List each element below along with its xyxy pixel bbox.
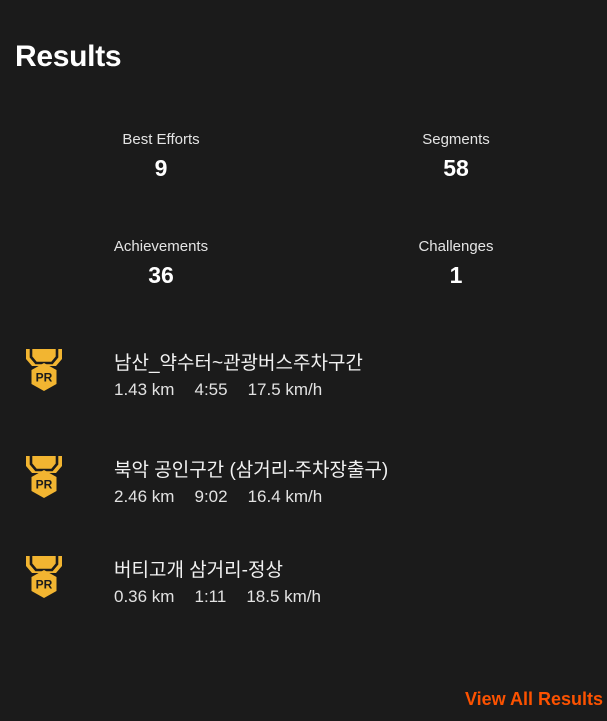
- segment-time: 1:11: [194, 587, 227, 606]
- segment-stats: 2.46 km 9:02 16.4 km/h: [114, 487, 342, 507]
- segment-time: 4:55: [194, 380, 228, 399]
- segment-distance: 2.46 km: [114, 487, 175, 506]
- pr-badge-text: PR: [36, 578, 53, 592]
- stat-label: Best Efforts: [122, 131, 200, 148]
- pr-badge-text: PR: [36, 371, 53, 385]
- segment-speed: 16.4 km/h: [247, 487, 323, 506]
- pr-medal-icon: PR: [26, 556, 62, 598]
- stat-segments[interactable]: Segments 58: [366, 131, 546, 183]
- stat-best-efforts[interactable]: Best Efforts 9: [71, 131, 251, 183]
- pr-medal-icon: PR: [26, 349, 62, 391]
- stat-label: Segments: [422, 131, 490, 148]
- view-all-results-link[interactable]: View All Results: [465, 689, 603, 710]
- stat-label: Challenges: [418, 238, 494, 255]
- stat-value: 1: [449, 262, 463, 288]
- segment-stats: 1.43 km 4:55 17.5 km/h: [114, 380, 342, 400]
- results-panel: Results Best Efforts 9 Segments 58 Achie…: [0, 0, 607, 721]
- segment-row[interactable]: PR 버티고개 삼거리-정상 0.36 km 1:11 18.5 km/h: [0, 547, 607, 627]
- segment-time: 9:02: [194, 487, 228, 506]
- segment-name: 북악 공인구간 (삼거리-주차장출구): [114, 460, 389, 481]
- segment-stats: 0.36 km 1:11 18.5 km/h: [114, 587, 341, 607]
- pr-badge-text: PR: [36, 478, 53, 492]
- segment-name: 버티고개 삼거리-정상: [114, 560, 283, 581]
- pr-medal-icon: PR: [26, 456, 62, 498]
- segment-distance: 1.43 km: [114, 380, 175, 399]
- segment-distance: 0.36 km: [114, 587, 175, 606]
- stat-value: 58: [443, 155, 469, 181]
- segment-speed: 17.5 km/h: [247, 380, 323, 399]
- page-title: Results: [15, 40, 122, 73]
- segment-row[interactable]: PR 북악 공인구간 (삼거리-주차장출구) 2.46 km 9:02 16.4 k…: [0, 447, 607, 527]
- stat-value: 36: [148, 262, 174, 288]
- segment-row[interactable]: PR 남산_약수터~관광버스주차구간 1.43 km 4:55 17.5 km/h: [0, 340, 607, 420]
- stat-achievements[interactable]: Achievements 36: [71, 238, 251, 290]
- stat-label: Achievements: [113, 238, 209, 255]
- stat-value: 9: [154, 155, 168, 181]
- segment-name: 남산_약수터~관광버스주차구간: [114, 353, 363, 374]
- stat-challenges[interactable]: Challenges 1: [366, 238, 546, 290]
- segment-speed: 18.5 km/h: [246, 587, 321, 606]
